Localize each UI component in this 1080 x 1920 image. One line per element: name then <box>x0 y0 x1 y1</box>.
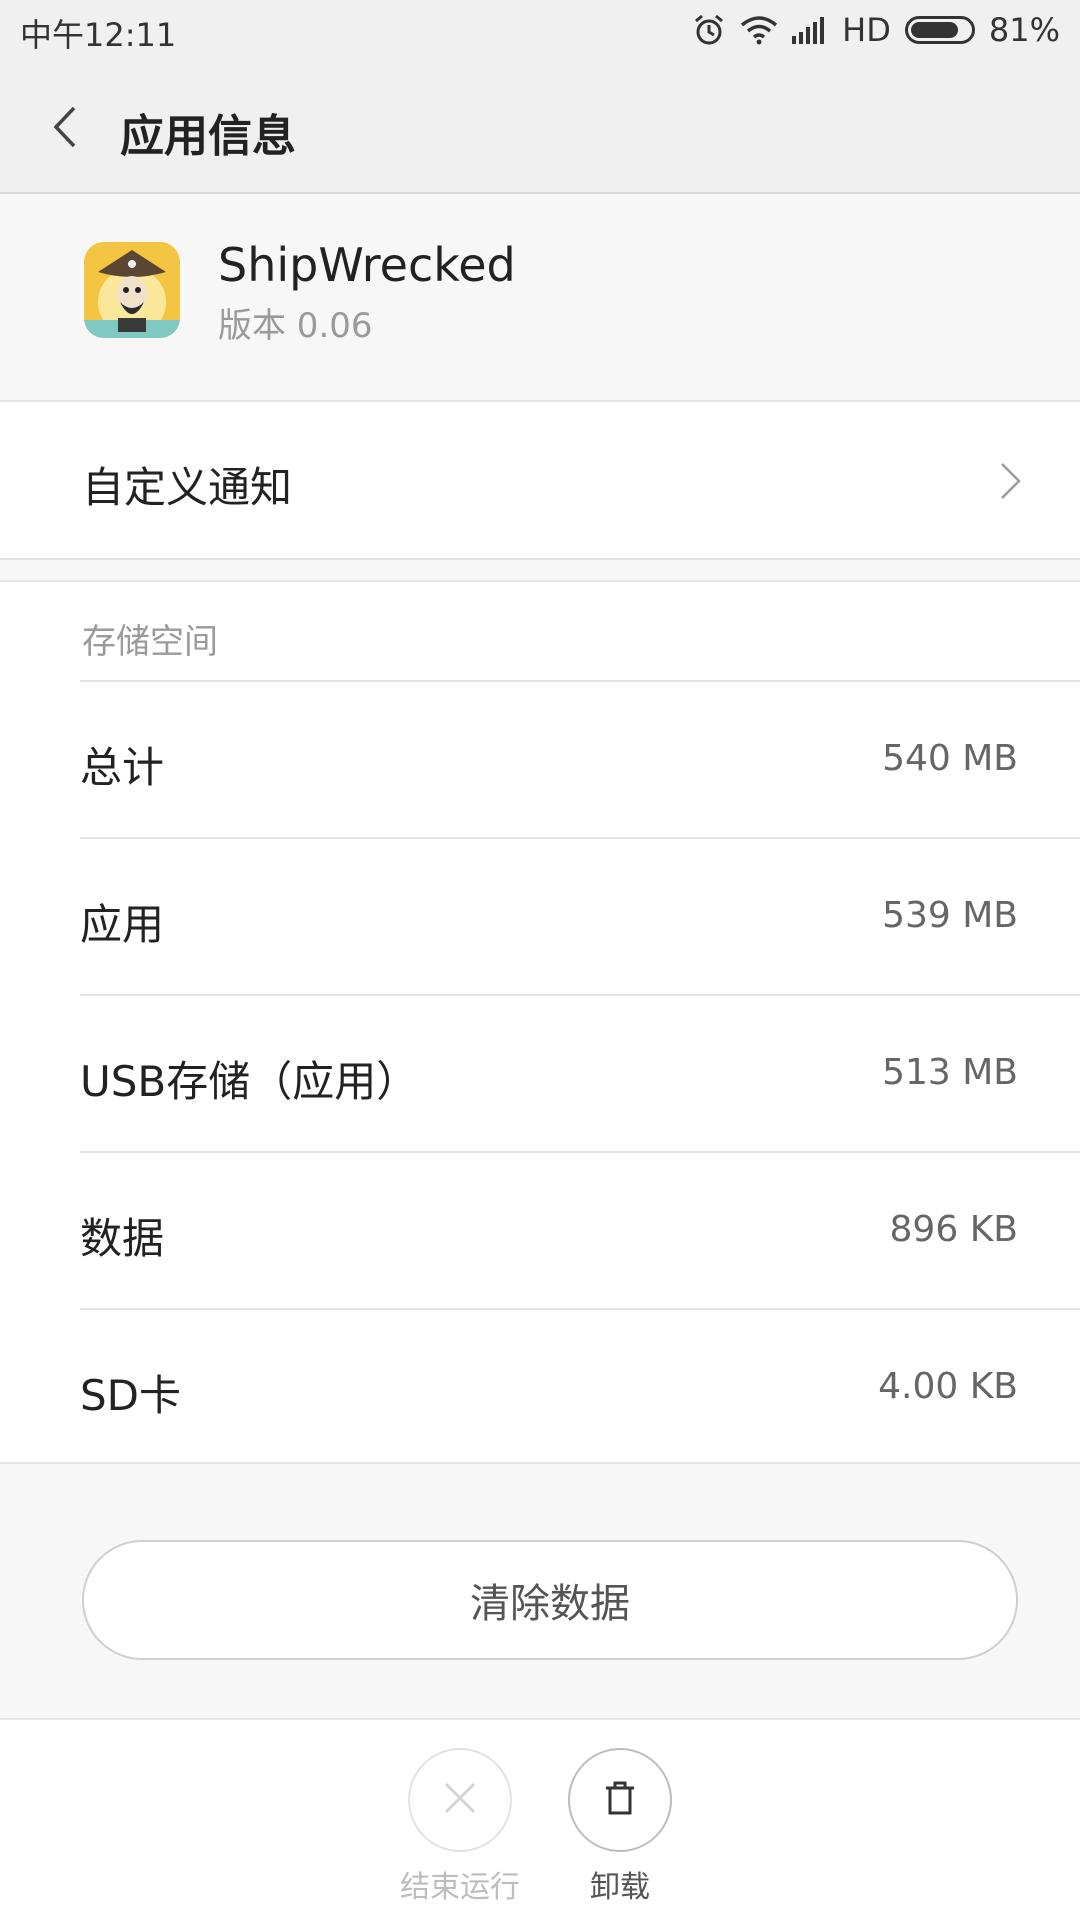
back-arrow-icon[interactable] <box>44 102 84 152</box>
storage-row-data: 数据 896 KB <box>80 1151 1080 1308</box>
force-stop-label: 结束运行 <box>400 1870 520 1905</box>
clear-data-button[interactable]: 清除数据 <box>82 1540 1018 1660</box>
storage-row-usb: USB存储（应用） 513 MB <box>80 994 1080 1151</box>
app-version: 版本 0.06 <box>218 306 373 346</box>
storage-value: 539 MB <box>882 895 1018 936</box>
page-title: 应用信息 <box>120 111 296 162</box>
custom-notification-label: 自定义通知 <box>82 463 293 512</box>
uninstall-circle <box>568 1748 672 1852</box>
storage-row-sd-card: SD卡 4.00 KB <box>80 1308 1080 1465</box>
close-icon <box>442 1780 478 1820</box>
storage-value: 896 KB <box>889 1209 1018 1250</box>
force-stop-button[interactable]: 结束运行 <box>380 1748 540 1906</box>
status-time: 中午12:11 <box>20 16 177 54</box>
trash-icon <box>600 1778 640 1822</box>
uninstall-button[interactable]: 卸载 <box>540 1748 700 1906</box>
title-bar: 应用信息 <box>0 60 1080 194</box>
wifi-icon <box>740 15 778 45</box>
network-type: HD <box>842 11 891 49</box>
storage-value: 513 MB <box>882 1052 1018 1093</box>
storage-value: 540 MB <box>882 738 1018 779</box>
storage-label: 总计 <box>80 743 165 792</box>
storage-label: SD卡 <box>80 1371 182 1420</box>
storage-row-app: 应用 539 MB <box>80 837 1080 994</box>
battery-percent: 81% <box>988 11 1060 49</box>
uninstall-label: 卸载 <box>590 1870 650 1905</box>
app-name: ShipWrecked <box>218 238 516 292</box>
status-bar: 中午12:11 HD 81% <box>0 0 1080 60</box>
status-icons: HD 81% <box>692 8 1060 52</box>
storage-value: 4.00 KB <box>878 1366 1018 1407</box>
bottom-action-bar: 结束运行 卸载 <box>0 1718 1080 1920</box>
custom-notification-row[interactable]: 自定义通知 <box>0 402 1080 560</box>
storage-label: USB存储（应用） <box>80 1057 419 1106</box>
pirate-app-icon <box>84 242 180 338</box>
storage-section: 存储空间 总计 540 MB 应用 539 MB USB存储（应用） 513 M… <box>0 580 1080 1464</box>
storage-label: 应用 <box>80 900 165 949</box>
alarm-icon <box>692 13 726 47</box>
storage-header: 存储空间 <box>82 622 218 662</box>
signal-icon <box>792 16 828 44</box>
chevron-right-icon <box>998 460 1024 502</box>
storage-row-total: 总计 540 MB <box>80 680 1080 837</box>
storage-label: 数据 <box>80 1214 165 1263</box>
force-stop-circle <box>408 1748 512 1852</box>
battery-icon <box>904 16 975 44</box>
app-header: ShipWrecked 版本 0.06 <box>0 194 1080 402</box>
battery-fill <box>910 22 958 38</box>
